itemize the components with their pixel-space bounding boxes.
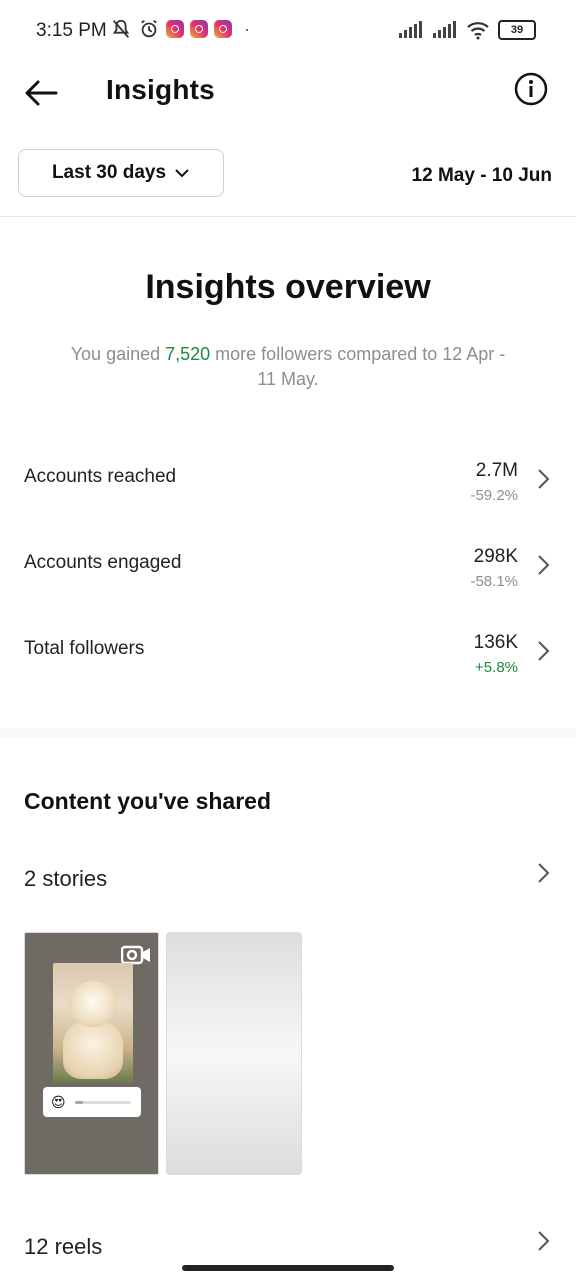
chevron-down-icon <box>175 169 189 178</box>
puppy-face-shape <box>69 981 117 1027</box>
wifi-icon <box>467 22 489 40</box>
metric-label: Total followers <box>24 638 145 659</box>
overview-subtitle-prefix: You gained <box>70 344 166 364</box>
video-camera-icon <box>121 945 150 965</box>
section-divider <box>0 728 576 738</box>
story-thumbnail[interactable]: 😍 <box>24 932 159 1175</box>
instagram-icon <box>166 20 184 38</box>
slider-fill <box>75 1101 83 1104</box>
metric-label: Accounts engaged <box>24 552 182 573</box>
content-section-title: Content you've shared <box>24 788 272 814</box>
page-title: Insights <box>106 74 215 105</box>
metric-row-accounts-engaged[interactable]: Accounts engaged 298K -58.1% <box>0 540 576 610</box>
reels-row[interactable]: 12 reels <box>0 1226 576 1270</box>
divider <box>0 216 576 217</box>
info-icon[interactable] <box>514 72 548 106</box>
date-range-dropdown[interactable]: Last 30 days <box>18 149 224 197</box>
reels-count-label: 12 reels <box>24 1234 103 1259</box>
status-icons-right: 39 <box>398 20 536 40</box>
dog-photo-image <box>53 963 133 1083</box>
mute-bell-icon <box>112 19 130 38</box>
signal-icon <box>399 21 422 38</box>
status-bar: 3:15 PM · 39 <box>0 0 576 64</box>
metric-label: Accounts reached <box>24 466 177 487</box>
date-range-text: 12 May - 10 Jun <box>411 165 552 186</box>
signal-icon <box>433 21 456 38</box>
more-notifications-dot: · <box>244 18 250 39</box>
metric-change: +5.8% <box>475 659 518 676</box>
overview-subtitle: You gained 7,520 more followers compared… <box>60 342 516 392</box>
status-time: 3:15 PM <box>36 20 107 41</box>
emoji-slider-sticker: 😍 <box>43 1087 141 1117</box>
chevron-right-icon <box>538 863 550 883</box>
battery-icon: 39 <box>498 20 536 40</box>
chevron-right-icon <box>538 641 550 661</box>
slider-track <box>75 1101 131 1104</box>
stories-count-label: 2 stories <box>24 866 108 891</box>
overview-title: Insights overview <box>145 268 431 306</box>
puppy-body-shape <box>63 1021 123 1079</box>
back-arrow-icon[interactable] <box>20 72 62 114</box>
followers-gained-count: 7,520 <box>165 344 211 364</box>
status-icons-left: · <box>110 18 250 40</box>
metric-row-accounts-reached[interactable]: Accounts reached 2.7M -59.2% <box>0 454 576 524</box>
overview-subtitle-suffix: more followers compared to 12 Apr - 11 M… <box>210 344 506 389</box>
alarm-icon <box>141 19 157 38</box>
metric-value: 298K <box>473 546 518 567</box>
stories-row[interactable]: 2 stories <box>0 858 576 902</box>
chevron-right-icon <box>538 1231 550 1251</box>
chevron-right-icon <box>538 469 550 489</box>
heart-eyes-emoji-icon: 😍 <box>51 1094 66 1110</box>
instagram-icon <box>190 20 208 38</box>
metric-value: 136K <box>473 632 518 653</box>
instagram-icon <box>214 20 232 38</box>
metric-change: -59.2% <box>470 487 518 504</box>
metric-row-total-followers[interactable]: Total followers 136K +5.8% <box>0 626 576 696</box>
chevron-right-icon <box>538 555 550 575</box>
metric-value: 2.7M <box>475 460 518 481</box>
home-indicator[interactable] <box>182 1265 394 1271</box>
app-header: Insights <box>0 64 576 124</box>
metric-change: -58.1% <box>470 573 518 590</box>
date-range-dropdown-label: Last 30 days <box>51 162 167 183</box>
story-thumbnail-placeholder[interactable] <box>166 932 302 1175</box>
